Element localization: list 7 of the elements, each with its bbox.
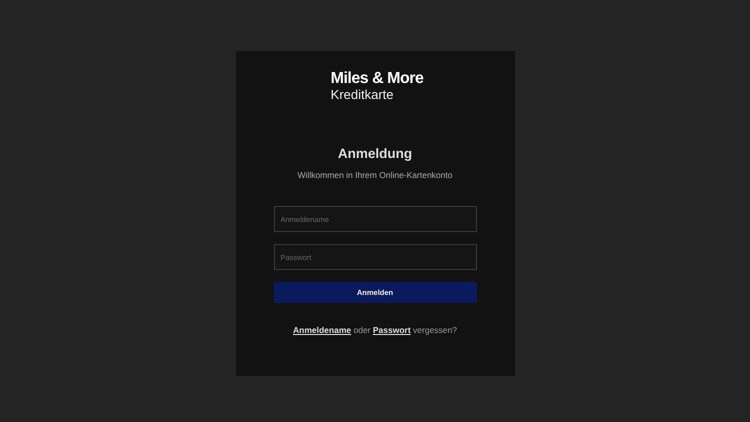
forgot-link[interactable]: Passwort <box>372 325 411 335</box>
forgot-credentials-text: Anmeldename oder Passwort vergessen? <box>293 325 457 335</box>
welcome-text: Willkommen in Ihrem Online-Kartenkonto <box>298 169 452 181</box>
login-heading: Anmeldung <box>338 146 412 162</box>
logo-subtitle: Kreditkarte <box>330 88 395 102</box>
logo-title: Miles & More <box>330 70 424 88</box>
forgot-link[interactable]: Anmeldename <box>293 325 352 335</box>
